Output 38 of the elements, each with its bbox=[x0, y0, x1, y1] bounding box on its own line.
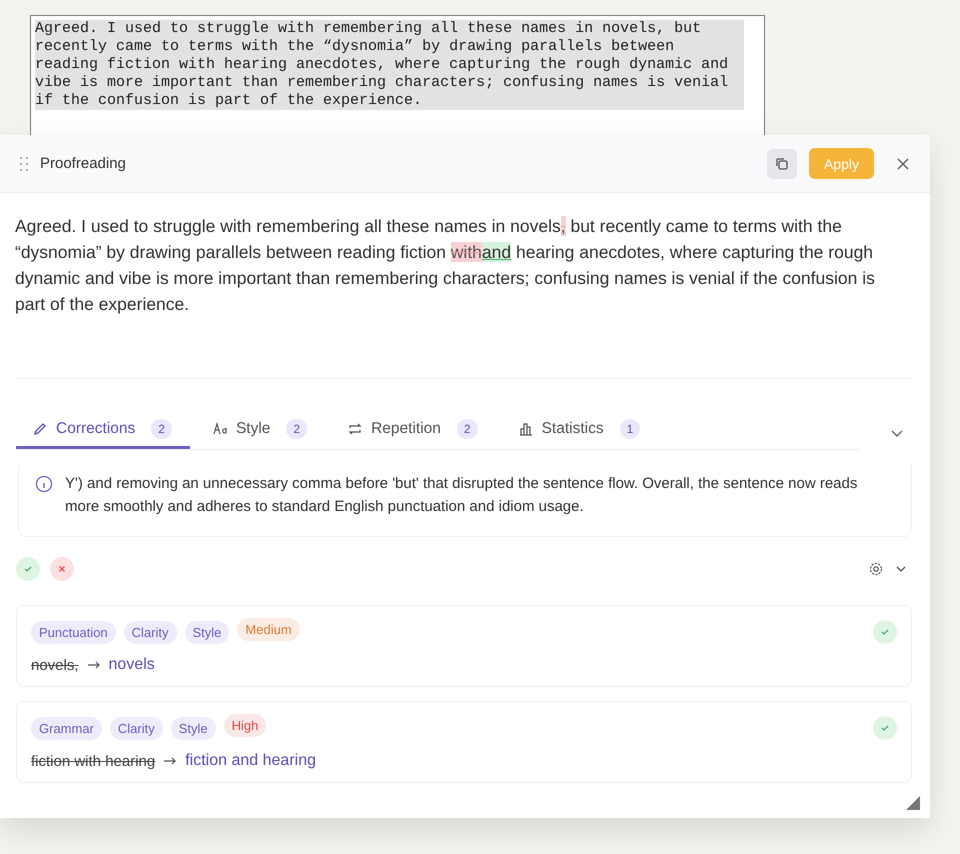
category-tag: Clarity bbox=[110, 716, 163, 740]
check-icon bbox=[23, 564, 33, 574]
arrow-right-icon bbox=[163, 756, 178, 766]
copy-button[interactable] bbox=[766, 148, 797, 178]
drag-handle-icon[interactable] bbox=[20, 156, 28, 170]
tab[interactable]: Corrections 2 bbox=[16, 415, 190, 449]
bar-chart-icon bbox=[518, 421, 534, 437]
copy-icon bbox=[774, 156, 789, 170]
panel-title: Proofreading bbox=[40, 155, 126, 172]
check-icon bbox=[880, 627, 890, 637]
replacement-text: fiction and hearing bbox=[185, 752, 316, 770]
explanation-text: Y') and removing an unnecessary comma before 'but' that disrupted the sentence flow. Overall, the sentence now reads more smoothly and adheres to standard English punctuation and idiom usage. bbox=[65, 474, 858, 517]
resize-handle-icon[interactable] bbox=[906, 796, 920, 810]
replacement-text: novels bbox=[108, 656, 155, 674]
original-text: fiction with hearing bbox=[31, 752, 156, 770]
tab[interactable]: Repetition 2 bbox=[331, 415, 496, 449]
settings-icon[interactable] bbox=[868, 561, 884, 577]
pencil-icon bbox=[32, 421, 48, 437]
tab[interactable]: Style 2 bbox=[196, 415, 326, 449]
cross-icon bbox=[57, 564, 67, 574]
font-icon bbox=[212, 421, 228, 437]
category-tag: Clarity bbox=[124, 620, 177, 644]
category-tag: Grammar bbox=[31, 716, 102, 740]
category-tag: Punctuation bbox=[31, 620, 116, 644]
reject-all-button[interactable] bbox=[50, 557, 74, 581]
severity-tag: Medium bbox=[237, 618, 300, 640]
original-text: novels, bbox=[31, 656, 79, 674]
repeat-icon bbox=[347, 421, 364, 437]
category-tag: Style bbox=[170, 716, 216, 740]
info-icon bbox=[35, 475, 53, 493]
text-area[interactable] bbox=[30, 15, 765, 135]
check-icon bbox=[880, 723, 890, 733]
arrow-right-icon bbox=[86, 660, 101, 670]
category-tag: Style bbox=[184, 620, 230, 644]
close-icon[interactable] bbox=[896, 156, 910, 170]
tab[interactable]: Statistics 1 bbox=[502, 415, 658, 449]
selected-text: Agreed. I used to struggle with remembering all these names in novels, but recently came to terms with the “dysnomia” by drawing parallels between reading fiction with hearing anecdotes, where capturing the rough dynamic and vibe is more important than remembering characters; confusing names is venial if the confusion is part of the experience. bbox=[35, 20, 744, 110]
severity-tag: High bbox=[224, 714, 266, 736]
